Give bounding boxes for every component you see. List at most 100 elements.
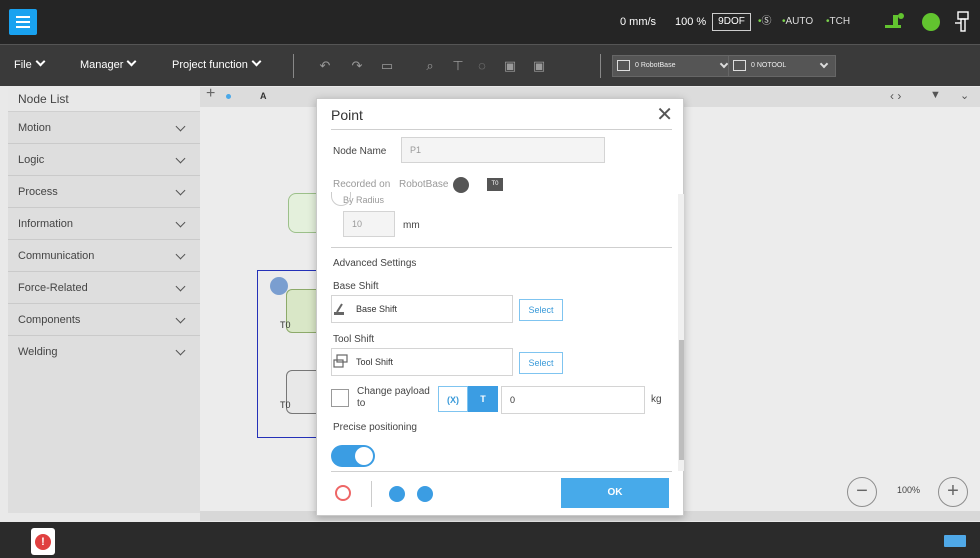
divider [331,471,672,472]
sidebar-item-logic[interactable]: Logic [8,144,200,176]
bottom-bar: ! [0,522,980,558]
sidebar-item-welding[interactable]: Welding [8,336,200,368]
toolbar-divider [293,54,294,78]
radius-unit: mm [403,220,420,231]
manager-menu[interactable]: Manager [80,56,137,72]
node-name-label: Node Name [333,146,387,157]
override-readout: 100 % [675,16,707,28]
change-payload-checkbox[interactable] [331,389,349,407]
sidebar-item-information[interactable]: Information [8,208,200,240]
io-icon[interactable]: ▣ [531,58,547,74]
active-dot-icon [226,94,231,99]
speed-readout: 0 mm/s [620,16,657,28]
node-list-sidebar: Node List Motion Logic Process Informati… [8,87,200,513]
sidebar-item-force-related[interactable]: Force-Related [8,272,200,304]
sidebar-item-components[interactable]: Components [8,304,200,336]
robot-arm-icon[interactable] [885,12,909,32]
node-label: T0 [280,400,291,410]
chevron-down-icon [819,59,829,69]
ok-button[interactable]: OK [561,478,669,508]
mode-s-indicator: •Ⓢ [758,16,772,27]
radius-field[interactable]: 10 [343,211,395,237]
chevron-down-icon [719,59,729,69]
zoom-in-button[interactable]: + [938,477,968,507]
divider [331,247,672,248]
tool-tag: T0 [487,178,503,191]
chevron-down-icon [35,56,46,67]
payload-unit: kg [651,394,662,405]
chevron-down-icon [175,345,186,356]
base-shift-field[interactable]: Base Shift [331,295,513,323]
base-shift-select-button[interactable]: Select [519,299,563,321]
status-dot-icon [922,13,940,31]
chevron-down-icon [175,153,186,164]
alert-icon: ! [35,534,51,550]
nav-arrows-icon[interactable]: ‹ › [890,89,901,103]
teach-pendant-icon[interactable] [954,11,970,33]
dialog-title: Point [331,107,363,123]
open-folder-icon[interactable] [389,486,405,502]
divider [331,129,672,130]
redo-icon[interactable]: ↷ [349,58,365,74]
sidebar-item-process[interactable]: Process [8,176,200,208]
node-name-field[interactable]: P1 [401,137,605,163]
chevron-down-icon [175,185,186,196]
tool-shift-label: Tool Shift [333,334,375,345]
project-function-menu[interactable]: Project function [172,56,262,72]
variable-icon[interactable]: ▣ [502,58,518,74]
advanced-settings-heading: Advanced Settings [333,258,417,269]
tool-shift-select-button[interactable]: Select [519,352,563,374]
chevron-down-icon [175,121,186,132]
change-payload-label: Change payload to [357,386,430,409]
chevron-down-icon [175,281,186,292]
tool-coordinate-select[interactable]: 0 NOTOOL [728,55,836,77]
comment-icon[interactable]: ◌ [474,58,490,74]
save-icon[interactable] [417,486,433,502]
sidebar-item-motion[interactable]: Motion [8,112,200,144]
tool-shift-field[interactable]: Tool Shift [331,348,513,376]
node-label: T0 [280,320,291,330]
chevron-down-icon [126,56,137,67]
mode-tch-indicator: •TCH [826,16,851,27]
file-menu[interactable]: File [14,56,46,72]
menu-bar: File Manager Project function ↶ ↷ ▭ ⌕ ⊤ … [0,44,980,86]
chevron-down-icon [175,313,186,324]
hamburger-menu-button[interactable] [9,9,37,35]
toolbar-divider [600,54,601,78]
close-icon[interactable]: ✕ [656,105,673,125]
point-teach-icon[interactable]: ⊤ [450,58,466,74]
precise-positioning-toggle[interactable] [331,445,375,467]
payload-mode-x[interactable]: (X) [438,386,468,412]
canvas-tab-a[interactable]: A [260,91,267,101]
point-dialog: Point ✕ Node Name P1 Recorded on RobotBa… [316,98,684,516]
zoom-out-button[interactable]: − [847,477,877,507]
top-status-bar: 0 mm/s 100 % 9DOF •Ⓢ •AUTO •TCH [0,0,980,44]
payload-mode-t[interactable]: T [468,386,498,412]
base-coordinate-select[interactable]: 0 RobotBase [612,55,736,77]
zoom-level: 100% [897,485,921,495]
add-icon[interactable]: + [206,85,215,103]
chevron-down-icon[interactable]: ⌄ [960,89,969,102]
payload-field[interactable]: 0 [501,386,645,414]
filter-icon[interactable]: ▼ [930,89,941,101]
undo-icon[interactable]: ↶ [317,58,333,74]
dialog-scroll-thumb[interactable] [679,340,684,460]
tool-icon [733,60,746,71]
mode-auto-indicator: •AUTO [782,16,814,27]
chevron-down-icon [251,56,262,67]
alert-button[interactable]: ! [31,528,55,555]
robot-base-icon [617,60,630,71]
recorded-on-label: Recorded on [333,179,391,190]
node-list-title: Node List [8,87,200,112]
divider [371,481,372,507]
eraser-icon[interactable]: ▭ [379,58,395,74]
search-icon[interactable]: ⌕ [422,58,438,74]
keyboard-icon[interactable] [944,535,966,547]
recorded-on-value: RobotBase [399,179,449,190]
delete-icon[interactable] [335,485,351,501]
dof-button[interactable]: 9DOF [712,13,751,31]
chevron-down-icon [175,217,186,228]
sidebar-item-communication[interactable]: Communication [8,240,200,272]
chevron-down-icon [175,249,186,260]
precise-positioning-label: Precise positioning [333,422,417,433]
